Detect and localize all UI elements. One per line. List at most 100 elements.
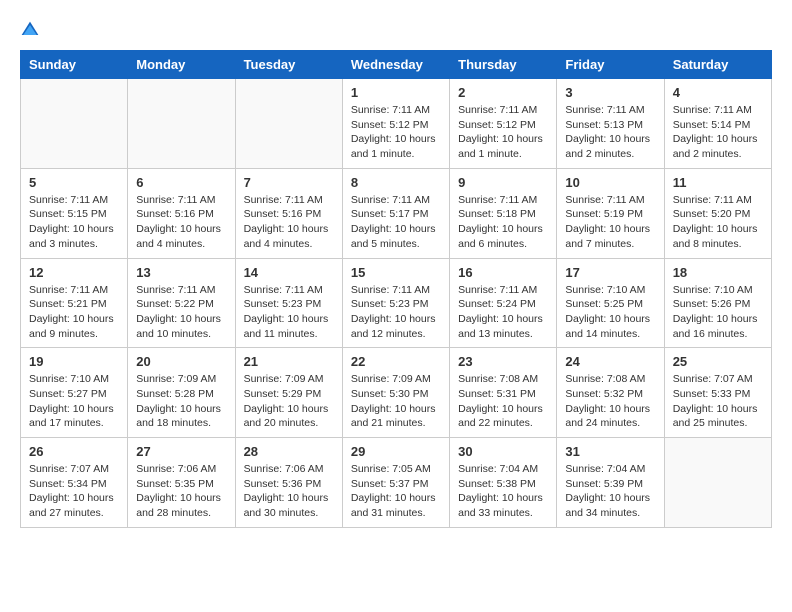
weekday-header-thursday: Thursday xyxy=(450,51,557,79)
day-number: 3 xyxy=(565,85,655,100)
calendar-cell: 23 Sunrise: 7:08 AM Sunset: 5:31 PM Dayli… xyxy=(450,348,557,438)
day-info: Sunrise: 7:11 AM Sunset: 5:20 PM Dayligh… xyxy=(673,193,763,252)
calendar-cell: 26 Sunrise: 7:07 AM Sunset: 5:34 PM Dayli… xyxy=(21,438,128,528)
day-number: 30 xyxy=(458,444,548,459)
day-info: Sunrise: 7:11 AM Sunset: 5:24 PM Dayligh… xyxy=(458,283,548,342)
day-info: Sunrise: 7:05 AM Sunset: 5:37 PM Dayligh… xyxy=(351,462,441,521)
calendar-cell: 22 Sunrise: 7:09 AM Sunset: 5:30 PM Dayli… xyxy=(342,348,449,438)
weekday-header-wednesday: Wednesday xyxy=(342,51,449,79)
day-info: Sunrise: 7:11 AM Sunset: 5:12 PM Dayligh… xyxy=(351,103,441,162)
day-number: 16 xyxy=(458,265,548,280)
page-header xyxy=(20,20,772,40)
day-info: Sunrise: 7:11 AM Sunset: 5:13 PM Dayligh… xyxy=(565,103,655,162)
calendar-cell: 2Sunrise: 7:11 AM Sunset: 5:12 PM Daylig… xyxy=(450,79,557,169)
day-number: 19 xyxy=(29,354,119,369)
day-info: Sunrise: 7:11 AM Sunset: 5:14 PM Dayligh… xyxy=(673,103,763,162)
calendar-cell xyxy=(21,79,128,169)
day-info: Sunrise: 7:06 AM Sunset: 5:36 PM Dayligh… xyxy=(244,462,334,521)
calendar-cell: 28 Sunrise: 7:06 AM Sunset: 5:36 PM Dayli… xyxy=(235,438,342,528)
day-number: 4 xyxy=(673,85,763,100)
week-row-4: 19 Sunrise: 7:10 AM Sunset: 5:27 PM Dayli… xyxy=(21,348,772,438)
day-number: 20 xyxy=(136,354,226,369)
week-row-2: 5 Sunrise: 7:11 AM Sunset: 5:15 PM Daylig… xyxy=(21,168,772,258)
day-info: Sunrise: 7:07 AM Sunset: 5:33 PM Dayligh… xyxy=(673,372,763,431)
calendar-cell: 18Sunrise: 7:10 AM Sunset: 5:26 PM Dayli… xyxy=(664,258,771,348)
week-row-5: 26 Sunrise: 7:07 AM Sunset: 5:34 PM Dayli… xyxy=(21,438,772,528)
calendar-cell: 20 Sunrise: 7:09 AM Sunset: 5:28 PM Dayli… xyxy=(128,348,235,438)
calendar-cell: 4 Sunrise: 7:11 AM Sunset: 5:14 PM Daylig… xyxy=(664,79,771,169)
calendar-cell: 6 Sunrise: 7:11 AM Sunset: 5:16 PM Daylig… xyxy=(128,168,235,258)
day-number: 10 xyxy=(565,175,655,190)
day-info: Sunrise: 7:11 AM Sunset: 5:22 PM Dayligh… xyxy=(136,283,226,342)
day-info: Sunrise: 7:09 AM Sunset: 5:28 PM Dayligh… xyxy=(136,372,226,431)
day-info: Sunrise: 7:11 AM Sunset: 5:16 PM Dayligh… xyxy=(244,193,334,252)
day-info: Sunrise: 7:08 AM Sunset: 5:31 PM Dayligh… xyxy=(458,372,548,431)
day-number: 14 xyxy=(244,265,334,280)
day-info: Sunrise: 7:07 AM Sunset: 5:34 PM Dayligh… xyxy=(29,462,119,521)
day-number: 27 xyxy=(136,444,226,459)
calendar-cell: 9 Sunrise: 7:11 AM Sunset: 5:18 PM Daylig… xyxy=(450,168,557,258)
day-number: 18 xyxy=(673,265,763,280)
week-row-1: 1 Sunrise: 7:11 AM Sunset: 5:12 PM Daylig… xyxy=(21,79,772,169)
calendar-cell: 24Sunrise: 7:08 AM Sunset: 5:32 PM Dayli… xyxy=(557,348,664,438)
day-info: Sunrise: 7:10 AM Sunset: 5:27 PM Dayligh… xyxy=(29,372,119,431)
calendar-cell: 31 Sunrise: 7:04 AM Sunset: 5:39 PM Dayli… xyxy=(557,438,664,528)
day-info: Sunrise: 7:09 AM Sunset: 5:29 PM Dayligh… xyxy=(244,372,334,431)
day-number: 21 xyxy=(244,354,334,369)
day-number: 11 xyxy=(673,175,763,190)
day-number: 22 xyxy=(351,354,441,369)
day-number: 2 xyxy=(458,85,548,100)
weekday-header-friday: Friday xyxy=(557,51,664,79)
calendar-cell: 3 Sunrise: 7:11 AM Sunset: 5:13 PM Daylig… xyxy=(557,79,664,169)
day-number: 7 xyxy=(244,175,334,190)
day-number: 28 xyxy=(244,444,334,459)
weekday-header-monday: Monday xyxy=(128,51,235,79)
calendar-cell xyxy=(128,79,235,169)
calendar-cell: 1 Sunrise: 7:11 AM Sunset: 5:12 PM Daylig… xyxy=(342,79,449,169)
day-number: 5 xyxy=(29,175,119,190)
weekday-header-saturday: Saturday xyxy=(664,51,771,79)
day-number: 13 xyxy=(136,265,226,280)
day-info: Sunrise: 7:11 AM Sunset: 5:23 PM Dayligh… xyxy=(244,283,334,342)
calendar-cell: 27 Sunrise: 7:06 AM Sunset: 5:35 PM Dayli… xyxy=(128,438,235,528)
day-number: 31 xyxy=(565,444,655,459)
day-info: Sunrise: 7:11 AM Sunset: 5:15 PM Dayligh… xyxy=(29,193,119,252)
weekday-header-row: SundayMondayTuesdayWednesdayThursdayFrid… xyxy=(21,51,772,79)
day-number: 25 xyxy=(673,354,763,369)
day-info: Sunrise: 7:06 AM Sunset: 5:35 PM Dayligh… xyxy=(136,462,226,521)
day-number: 6 xyxy=(136,175,226,190)
calendar-cell: 15Sunrise: 7:11 AM Sunset: 5:23 PM Dayli… xyxy=(342,258,449,348)
day-info: Sunrise: 7:10 AM Sunset: 5:25 PM Dayligh… xyxy=(565,283,655,342)
calendar-cell xyxy=(235,79,342,169)
calendar-cell: 8Sunrise: 7:11 AM Sunset: 5:17 PM Daylig… xyxy=(342,168,449,258)
calendar-cell: 14 Sunrise: 7:11 AM Sunset: 5:23 PM Dayli… xyxy=(235,258,342,348)
day-number: 9 xyxy=(458,175,548,190)
day-info: Sunrise: 7:09 AM Sunset: 5:30 PM Dayligh… xyxy=(351,372,441,431)
day-info: Sunrise: 7:08 AM Sunset: 5:32 PM Dayligh… xyxy=(565,372,655,431)
day-number: 8 xyxy=(351,175,441,190)
calendar-cell: 5 Sunrise: 7:11 AM Sunset: 5:15 PM Daylig… xyxy=(21,168,128,258)
day-info: Sunrise: 7:11 AM Sunset: 5:18 PM Dayligh… xyxy=(458,193,548,252)
calendar-cell: 30 Sunrise: 7:04 AM Sunset: 5:38 PM Dayli… xyxy=(450,438,557,528)
day-info: Sunrise: 7:04 AM Sunset: 5:38 PM Dayligh… xyxy=(458,462,548,521)
calendar-cell: 7 Sunrise: 7:11 AM Sunset: 5:16 PM Daylig… xyxy=(235,168,342,258)
logo xyxy=(20,20,42,40)
calendar-cell: 17 Sunrise: 7:10 AM Sunset: 5:25 PM Dayli… xyxy=(557,258,664,348)
day-number: 23 xyxy=(458,354,548,369)
day-info: Sunrise: 7:04 AM Sunset: 5:39 PM Dayligh… xyxy=(565,462,655,521)
calendar-table: SundayMondayTuesdayWednesdayThursdayFrid… xyxy=(20,50,772,528)
day-info: Sunrise: 7:11 AM Sunset: 5:21 PM Dayligh… xyxy=(29,283,119,342)
day-number: 26 xyxy=(29,444,119,459)
day-number: 17 xyxy=(565,265,655,280)
calendar-cell: 29 Sunrise: 7:05 AM Sunset: 5:37 PM Dayli… xyxy=(342,438,449,528)
calendar-cell xyxy=(664,438,771,528)
day-info: Sunrise: 7:11 AM Sunset: 5:16 PM Dayligh… xyxy=(136,193,226,252)
calendar-cell: 12Sunrise: 7:11 AM Sunset: 5:21 PM Dayli… xyxy=(21,258,128,348)
week-row-3: 12Sunrise: 7:11 AM Sunset: 5:21 PM Dayli… xyxy=(21,258,772,348)
day-number: 1 xyxy=(351,85,441,100)
day-info: Sunrise: 7:11 AM Sunset: 5:19 PM Dayligh… xyxy=(565,193,655,252)
calendar-cell: 10 Sunrise: 7:11 AM Sunset: 5:19 PM Dayli… xyxy=(557,168,664,258)
calendar-cell: 25 Sunrise: 7:07 AM Sunset: 5:33 PM Dayli… xyxy=(664,348,771,438)
weekday-header-tuesday: Tuesday xyxy=(235,51,342,79)
day-number: 29 xyxy=(351,444,441,459)
